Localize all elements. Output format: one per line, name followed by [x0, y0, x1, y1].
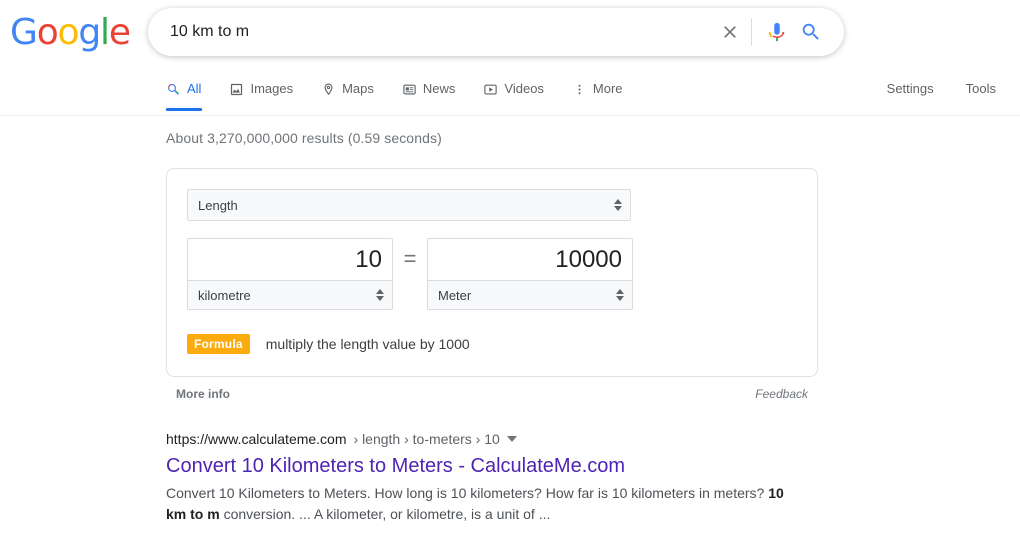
- snippet-part-1: Convert 10 Kilometers to Meters. How lon…: [166, 485, 769, 501]
- search-box-icons: [713, 15, 844, 49]
- tab-all[interactable]: All: [166, 67, 217, 111]
- tools-button[interactable]: Tools: [966, 67, 996, 111]
- tab-news[interactable]: News: [402, 67, 472, 111]
- image-icon: [229, 82, 244, 97]
- search-box-divider: [751, 18, 752, 46]
- result-url-line: https://www.calculateme.com › length › t…: [166, 429, 806, 449]
- more-info-link[interactable]: More info: [176, 387, 230, 401]
- chevron-down-icon[interactable]: [506, 436, 517, 442]
- logo-letter-0: G: [10, 12, 38, 53]
- microphone-icon[interactable]: [760, 15, 794, 49]
- result-snippet: Convert 10 Kilometers to Meters. How lon…: [166, 483, 786, 525]
- header-tools: Settings Tools: [887, 67, 996, 111]
- unit-converter-card: Length kilometre = Meter: [166, 168, 818, 377]
- search-icon: [166, 82, 181, 97]
- tab-label: Images: [250, 81, 294, 96]
- converter-category-select[interactable]: Length: [187, 189, 631, 221]
- search-box: [148, 8, 844, 56]
- search-tabs-row: All Images Maps News Videos More Setting…: [0, 67, 1020, 115]
- tab-videos[interactable]: Videos: [483, 67, 560, 111]
- map-pin-icon: [321, 82, 336, 97]
- converter-category-wrap: Length: [187, 189, 631, 221]
- logo-letter-5: e: [108, 12, 131, 53]
- converter-to-value-input[interactable]: [427, 238, 633, 280]
- converter-to-unit-wrap: Meter: [427, 280, 633, 310]
- tab-more[interactable]: More: [572, 67, 639, 111]
- search-result-item: https://www.calculateme.com › length › t…: [166, 429, 806, 525]
- formula-row: Formula multiply the length value by 100…: [187, 334, 797, 354]
- logo-letter-1: o: [36, 12, 59, 53]
- result-title-link[interactable]: Convert 10 Kilometers to Meters - Calcul…: [166, 453, 806, 479]
- tab-maps[interactable]: Maps: [321, 67, 390, 111]
- tab-label: Maps: [342, 81, 374, 96]
- converter-from-unit-wrap: kilometre: [187, 280, 393, 310]
- converter-to-group: Meter: [427, 238, 633, 310]
- tab-label: More: [592, 81, 623, 96]
- card-footer: More info Feedback: [166, 387, 818, 401]
- active-tab-underline: [166, 108, 202, 111]
- formula-text: multiply the length value by 1000: [265, 336, 470, 352]
- converter-from-unit-select[interactable]: kilometre: [187, 280, 393, 310]
- converter-from-value-input[interactable]: [187, 238, 393, 280]
- search-icon[interactable]: [794, 15, 828, 49]
- equals-sign: =: [403, 246, 417, 271]
- formula-badge: Formula: [187, 334, 250, 354]
- result-url-breadcrumb: › length › to-meters › 10: [353, 431, 500, 447]
- tab-images[interactable]: Images: [229, 67, 309, 111]
- page-header: Google 10 km to m All Images Maps News V…: [0, 0, 1020, 116]
- search-tabs: All Images Maps News Videos More: [166, 67, 651, 111]
- video-play-icon: [483, 82, 498, 97]
- result-stats: About 3,270,000,000 results (0.59 second…: [166, 130, 442, 146]
- logo-letter-4: l: [100, 12, 110, 53]
- logo-letter-3: g: [78, 12, 101, 53]
- feedback-link[interactable]: Feedback: [755, 387, 808, 401]
- search-results-main: About 3,270,000,000 results (0.59 second…: [0, 116, 1020, 525]
- snippet-part-2: conversion. ... A kilometer, or kilometr…: [219, 506, 551, 522]
- result-url-domain[interactable]: https://www.calculateme.com: [166, 429, 347, 449]
- search-input[interactable]: [148, 10, 713, 54]
- tab-label: All: [187, 81, 202, 96]
- converter-from-group: kilometre: [187, 238, 393, 310]
- tab-label: News: [422, 81, 456, 96]
- converter-to-unit-select[interactable]: Meter: [427, 280, 633, 310]
- more-vertical-icon: [572, 82, 587, 97]
- news-icon: [402, 82, 417, 97]
- close-icon[interactable]: [713, 15, 747, 49]
- tab-label: Videos: [504, 81, 544, 96]
- settings-button[interactable]: Settings: [887, 67, 934, 111]
- logo-letter-2: o: [57, 12, 80, 53]
- converter-values-row: kilometre = Meter: [187, 238, 797, 310]
- google-logo[interactable]: Google: [10, 12, 131, 53]
